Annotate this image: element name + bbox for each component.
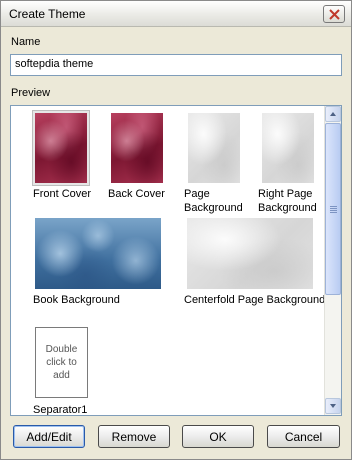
preview-item-back-cover[interactable]: Back Cover [108, 112, 178, 202]
title-bar[interactable]: Create Theme [1, 1, 351, 27]
name-label: Name [11, 36, 41, 48]
create-theme-dialog: Create Theme Name softepdia theme Previe… [0, 0, 352, 460]
remove-button[interactable]: Remove [98, 425, 170, 448]
scroll-down-button[interactable] [325, 398, 341, 414]
grip-line-icon [330, 210, 337, 211]
right-page-background-thumbnail [262, 113, 314, 183]
separator1-placeholder: Double click to add [35, 327, 88, 398]
grip-line-icon [330, 208, 337, 209]
grip-line-icon [330, 212, 337, 213]
arrow-down-icon [330, 404, 336, 408]
grip-line-icon [330, 206, 337, 207]
preview-item-centerfold-page-background[interactable]: Centerfold Page Background [184, 218, 326, 308]
back-cover-caption: Back Cover [108, 188, 165, 200]
close-icon [329, 9, 340, 20]
scroll-thumb[interactable] [325, 123, 341, 295]
scroll-up-button[interactable] [325, 106, 341, 122]
centerfold-page-background-thumbnail [187, 218, 313, 289]
close-button[interactable] [323, 5, 345, 23]
preview-label: Preview [11, 87, 51, 99]
preview-item-page-background[interactable]: Page Background [184, 112, 254, 216]
preview-item-right-page-background[interactable]: Right Page Background [258, 112, 324, 216]
preview-item-book-background[interactable]: Book Background [31, 218, 171, 308]
page-background-caption: Page Background [184, 188, 243, 214]
ok-button[interactable]: OK [182, 425, 254, 448]
preview-scrollbar[interactable] [324, 106, 341, 415]
book-background-caption: Book Background [33, 294, 120, 306]
front-cover-caption: Front Cover [33, 188, 92, 200]
preview-panel[interactable]: Front Cover Back Cover Page Background R… [10, 105, 342, 416]
name-input[interactable]: softepdia theme [10, 54, 342, 76]
front-cover-thumbnail [33, 111, 89, 185]
book-background-thumbnail [35, 218, 161, 289]
right-page-background-caption: Right Page Background [258, 188, 317, 214]
separator1-caption: Separator1 [33, 404, 88, 416]
preview-item-separator1[interactable]: Double click to add Separator1 [31, 326, 101, 416]
window-title: Create Theme [9, 7, 86, 21]
add-edit-button[interactable]: Add/Edit [13, 425, 85, 448]
page-background-thumbnail [188, 113, 240, 183]
preview-item-front-cover[interactable]: Front Cover [31, 111, 92, 202]
cancel-button[interactable]: Cancel [267, 425, 340, 448]
centerfold-page-background-caption: Centerfold Page Background [184, 294, 326, 306]
back-cover-thumbnail [111, 113, 163, 183]
arrow-up-icon [330, 112, 336, 116]
